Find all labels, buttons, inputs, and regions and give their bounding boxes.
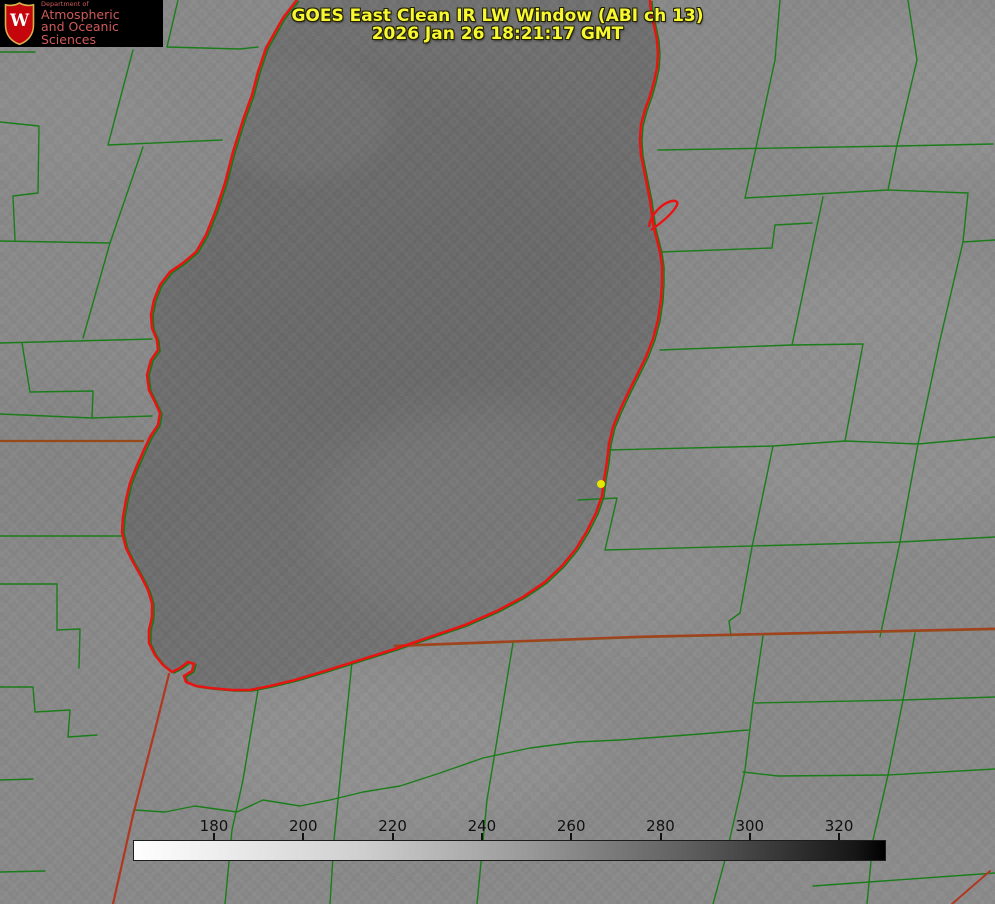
uw-crest-icon: W [3,2,36,45]
colorbar-tick [660,833,662,840]
colorbar-tick [481,833,483,840]
colorbar-tick [749,833,751,840]
logo-text-block: Department of Atmospheric and Oceanic Sc… [41,1,163,46]
temperature-colorbar: 180200220240260280300320 [133,817,886,861]
crest-letter: W [3,11,36,31]
satellite-image-viewer: W Department of Atmospheric and Oceanic … [0,0,995,904]
pixel-texture-coarse [0,0,995,904]
colorbar-tick [392,833,394,840]
uw-logo-banner: W Department of Atmospheric and Oceanic … [0,0,163,47]
colorbar-tick [302,833,304,840]
county-boundary-line [0,779,33,780]
map-canvas [0,0,995,904]
county-boundary-line [0,871,45,872]
colorbar-tick [213,833,215,840]
colorbar-gradient-bar [133,840,886,861]
colorbar-tick [838,833,840,840]
colorbar-tick [570,833,572,840]
logo-department-line2: and Oceanic Sciences [41,21,163,46]
location-marker-dot [597,480,605,488]
